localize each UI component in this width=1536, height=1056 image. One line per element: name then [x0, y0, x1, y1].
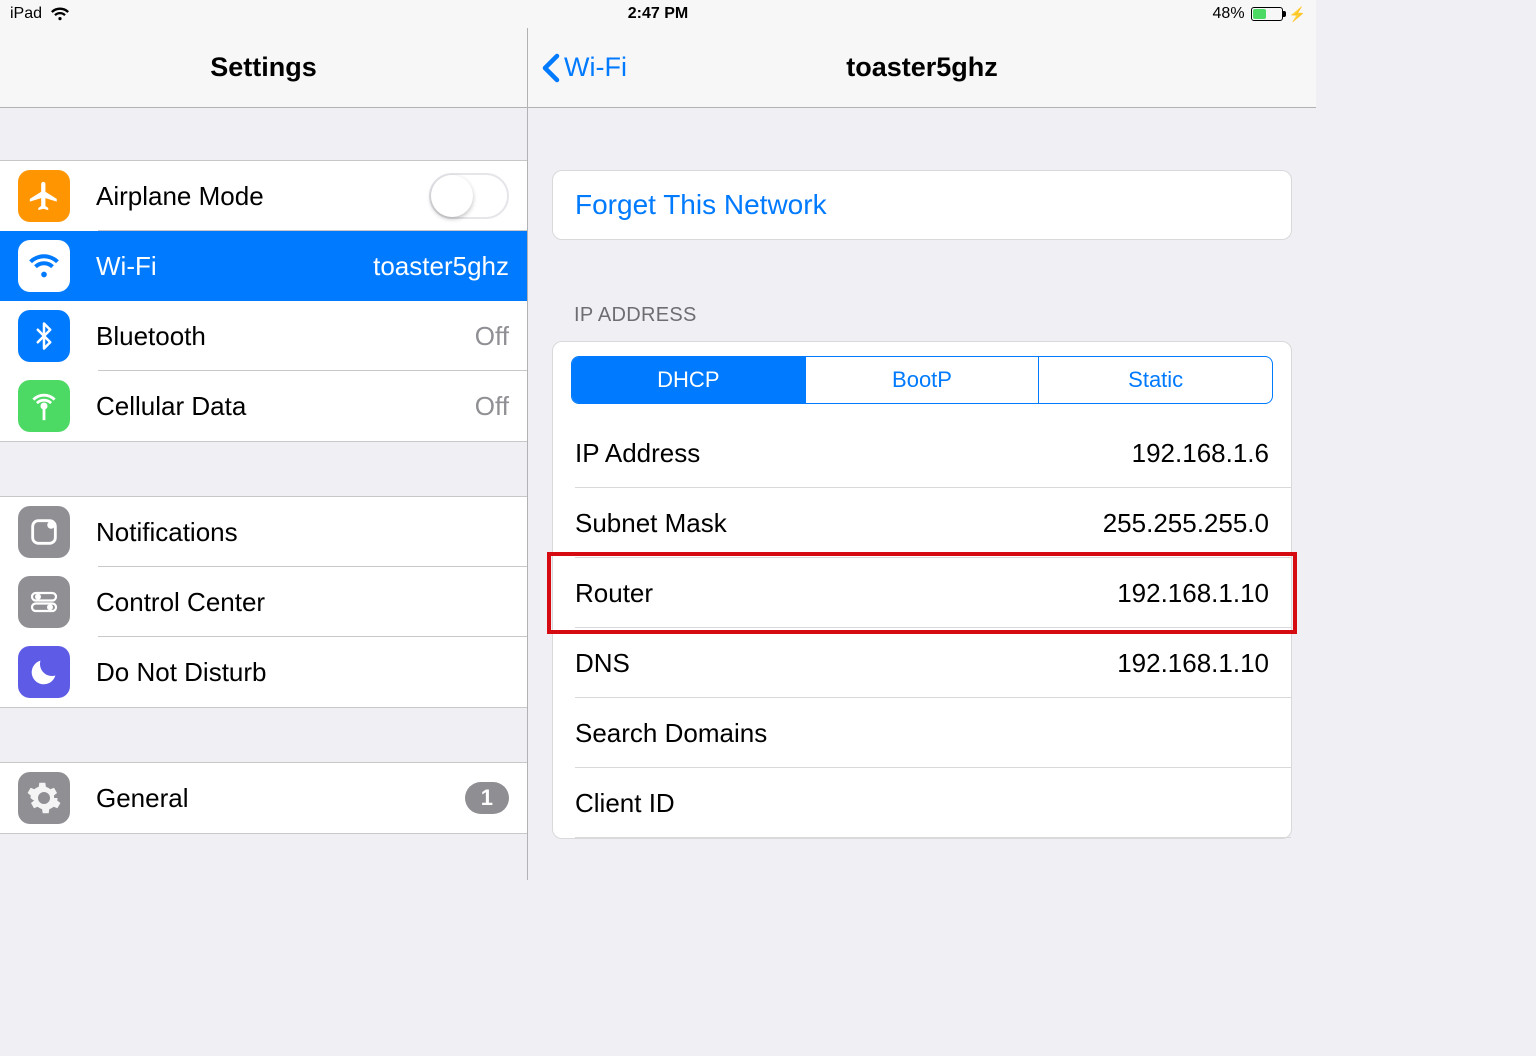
sidebar-item-detail: Off	[475, 391, 509, 422]
cellular-icon	[18, 380, 70, 432]
ip-row-value: 255.255.255.0	[1103, 508, 1269, 539]
control-center-icon	[18, 576, 70, 628]
ip-row-ip-address[interactable]: IP Address 192.168.1.6	[553, 418, 1291, 488]
segment-dhcp[interactable]: DHCP	[572, 357, 805, 403]
sidebar-item-detail: toaster5ghz	[373, 251, 509, 282]
sidebar-item-control-center[interactable]: Control Center	[0, 567, 527, 637]
ip-row-dns[interactable]: DNS 192.168.1.10	[553, 628, 1291, 698]
clock: 2:47 PM	[442, 5, 874, 23]
sidebar-group: Airplane Mode Wi-Fi toaster5ghz	[0, 160, 527, 442]
status-bar: iPad 2:47 PM 48% ⚡	[0, 0, 1316, 28]
device-label: iPad	[10, 5, 42, 23]
sidebar-item-label: Airplane Mode	[96, 181, 429, 212]
sidebar-item-label: Bluetooth	[96, 321, 475, 352]
ip-row-label: Subnet Mask	[575, 508, 1103, 539]
sidebar-item-cellular-data[interactable]: Cellular Data Off	[0, 371, 527, 441]
airplane-toggle[interactable]	[429, 173, 509, 219]
dnd-icon	[18, 646, 70, 698]
sidebar-item-label: Cellular Data	[96, 391, 475, 422]
sidebar-item-general[interactable]: General 1	[0, 763, 527, 833]
battery-icon	[1251, 7, 1283, 21]
sidebar-item-detail: Off	[475, 321, 509, 352]
notifications-icon	[18, 506, 70, 558]
segment-static[interactable]: Static	[1038, 357, 1272, 403]
sidebar-item-label: Notifications	[96, 517, 509, 548]
ip-row-value: 192.168.1.10	[1117, 578, 1269, 609]
detail-navbar: Wi-Fi toaster5ghz	[528, 28, 1316, 108]
ip-mode-segments: DHCP BootP Static	[571, 356, 1273, 404]
sidebar-group: Notifications Control Center	[0, 496, 527, 708]
ip-row-label: Client ID	[575, 788, 1269, 819]
ip-row-value: 192.168.1.6	[1132, 438, 1269, 469]
ip-address-card: DHCP BootP Static IP Address 192.168.1.6…	[552, 341, 1292, 839]
sidebar-item-notifications[interactable]: Notifications	[0, 497, 527, 567]
wifi-icon	[18, 240, 70, 292]
ip-row-label: Router	[575, 578, 1117, 609]
charging-icon: ⚡	[1289, 7, 1306, 21]
sidebar-item-label: Wi-Fi	[96, 251, 373, 282]
wifi-icon	[50, 7, 70, 21]
sidebar-item-label: Control Center	[96, 587, 509, 618]
battery-percent: 48%	[1213, 5, 1245, 23]
ip-address-section-header: IP ADDRESS	[552, 304, 1292, 341]
sidebar-item-bluetooth[interactable]: Bluetooth Off	[0, 301, 527, 371]
sidebar-item-wifi[interactable]: Wi-Fi toaster5ghz	[0, 231, 527, 301]
ip-row-router[interactable]: Router 192.168.1.10	[553, 558, 1291, 628]
badge: 1	[465, 782, 509, 814]
sidebar-item-do-not-disturb[interactable]: Do Not Disturb	[0, 637, 527, 707]
gear-icon	[18, 772, 70, 824]
sidebar-item-airplane-mode[interactable]: Airplane Mode	[0, 161, 527, 231]
sidebar-title: Settings	[210, 52, 317, 83]
forget-network-button[interactable]: Forget This Network	[552, 170, 1292, 240]
ip-row-value: 192.168.1.10	[1117, 648, 1269, 679]
back-label: Wi-Fi	[564, 52, 627, 83]
ip-row-subnet-mask[interactable]: Subnet Mask 255.255.255.0	[553, 488, 1291, 558]
sidebar-navbar: Settings	[0, 28, 527, 108]
back-button[interactable]: Wi-Fi	[528, 52, 627, 83]
bluetooth-icon	[18, 310, 70, 362]
segment-bootp[interactable]: BootP	[805, 357, 1039, 403]
ip-row-label: Search Domains	[575, 718, 1269, 749]
chevron-left-icon	[542, 53, 560, 83]
sidebar-group: General 1	[0, 762, 527, 834]
ip-row-search-domains[interactable]: Search Domains	[553, 698, 1291, 768]
detail-pane: Wi-Fi toaster5ghz Forget This Network IP…	[528, 28, 1316, 880]
ip-row-label: IP Address	[575, 438, 1132, 469]
sidebar-item-label: Do Not Disturb	[96, 657, 509, 688]
airplane-icon	[18, 170, 70, 222]
sidebar-item-label: General	[96, 783, 465, 814]
detail-title: toaster5ghz	[846, 52, 998, 83]
ip-row-client-id[interactable]: Client ID	[553, 768, 1291, 838]
settings-sidebar: Settings Airplane Mode	[0, 28, 528, 880]
ip-row-label: DNS	[575, 648, 1117, 679]
